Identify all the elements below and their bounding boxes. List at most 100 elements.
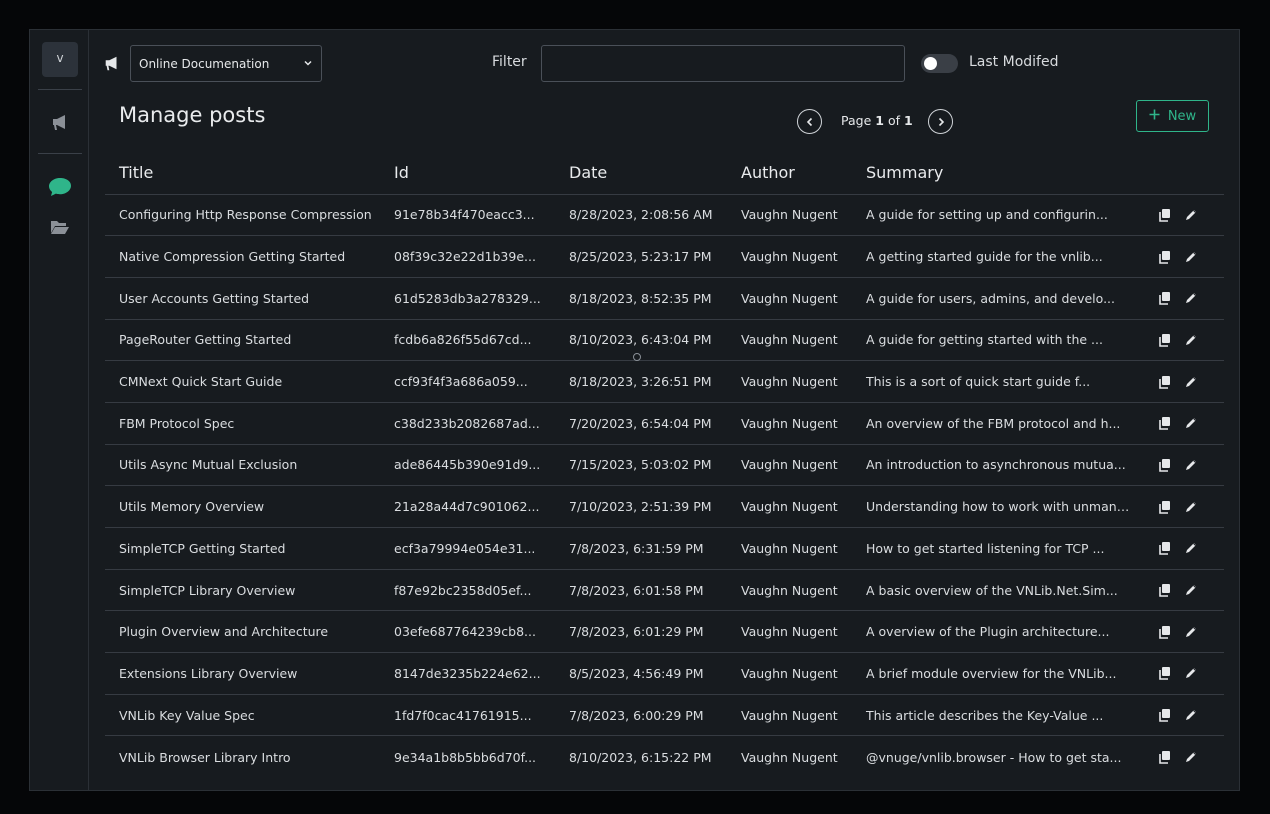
megaphone-icon (103, 54, 121, 72)
column-header[interactable]: Id (380, 152, 555, 195)
pager-status: Page 1 of 1 (841, 113, 913, 128)
post-summary-cell: A basic overview of the VNLib.Net.Sim... (852, 569, 1134, 612)
posts-table: Title Id Date Author Summary Configuring… (105, 152, 1224, 778)
last-modified-label: Last Modifed (969, 54, 1059, 70)
copy-icon[interactable] (1156, 332, 1172, 348)
copy-icon[interactable] (1156, 457, 1172, 473)
column-header[interactable]: Author (727, 152, 852, 195)
post-summary-cell: A brief module overview for the VNLib... (852, 652, 1134, 695)
post-summary-cell: A guide for getting started with the ... (852, 319, 1134, 362)
copy-icon[interactable] (1156, 540, 1172, 556)
copy-icon[interactable] (1156, 207, 1172, 223)
post-date-cell: 8/10/2023, 6:43:04 PM (555, 319, 727, 362)
table-row[interactable]: Configuring Http Response Compression 91e… (105, 194, 1224, 237)
filter-input[interactable] (541, 45, 905, 82)
table-row[interactable]: VNLib Key Value Spec 1fd7f0cac41761915...… (105, 694, 1224, 737)
copy-icon[interactable] (1156, 415, 1172, 431)
column-header[interactable]: Date (555, 152, 727, 195)
pencil-icon[interactable] (1183, 457, 1199, 473)
row-actions (1134, 277, 1224, 320)
pager-of: of (887, 113, 900, 128)
pencil-icon[interactable] (1183, 499, 1199, 515)
copy-icon[interactable] (1156, 249, 1172, 265)
column-header-actions (1134, 152, 1224, 195)
pencil-icon[interactable] (1183, 332, 1199, 348)
copy-icon[interactable] (1156, 707, 1172, 723)
channel-select[interactable]: Online Documenation (130, 45, 322, 82)
copy-icon[interactable] (1156, 624, 1172, 640)
row-actions-group (1148, 540, 1224, 556)
chevron-left-icon (805, 112, 815, 131)
table-row[interactable]: Extensions Library Overview 8147de3235b22… (105, 652, 1224, 695)
table-row[interactable]: SimpleTCP Library Overview f87e92bc2358d0… (105, 569, 1224, 612)
post-date-cell: 8/28/2023, 2:08:56 AM (555, 194, 727, 237)
pencil-icon[interactable] (1183, 582, 1199, 598)
post-author-cell: Vaughn Nugent (727, 694, 852, 737)
pencil-icon[interactable] (1183, 749, 1199, 765)
row-actions-group (1148, 582, 1224, 598)
table-row[interactable]: Native Compression Getting Started 08f39c… (105, 235, 1224, 278)
post-title-cell: Utils Memory Overview (105, 485, 380, 528)
page-title: Manage posts (119, 103, 266, 127)
table-row[interactable]: PageRouter Getting Started fcdb6a826f55d6… (105, 319, 1224, 362)
table-row[interactable]: Utils Memory Overview 21a28a44d7c901062..… (105, 485, 1224, 528)
table-row[interactable]: Plugin Overview and Architecture 03efe687… (105, 610, 1224, 654)
copy-icon[interactable] (1156, 290, 1172, 306)
table-row[interactable]: Utils Async Mutual Exclusion ade86445b390… (105, 444, 1224, 487)
copy-icon[interactable] (1156, 665, 1172, 681)
megaphone-icon[interactable] (48, 111, 72, 133)
pencil-icon[interactable] (1183, 540, 1199, 556)
chevron-down-icon (303, 57, 313, 71)
pencil-icon[interactable] (1183, 415, 1199, 431)
post-date-cell: 7/10/2023, 2:51:39 PM (555, 485, 727, 528)
post-summary-cell: How to get started listening for TCP ... (852, 527, 1134, 570)
user-menu-button[interactable]: v (42, 42, 78, 77)
new-post-button[interactable]: New (1136, 100, 1209, 132)
table-row[interactable]: User Accounts Getting Started 61d5283db3a… (105, 277, 1224, 320)
column-header[interactable]: Title (105, 152, 380, 195)
pencil-icon[interactable] (1183, 707, 1199, 723)
row-actions-group (1148, 707, 1224, 723)
column-header[interactable]: Summary (852, 152, 1134, 195)
row-actions (1134, 319, 1224, 362)
pencil-icon[interactable] (1183, 624, 1199, 640)
pencil-icon[interactable] (1183, 374, 1199, 390)
folder-open-icon[interactable] (48, 216, 72, 238)
post-author-cell: Vaughn Nugent (727, 485, 852, 528)
row-actions-group (1148, 332, 1224, 348)
copy-icon[interactable] (1156, 582, 1172, 598)
copy-icon[interactable] (1156, 499, 1172, 515)
post-author-cell: Vaughn Nugent (727, 527, 852, 570)
post-title-cell: Configuring Http Response Compression (105, 194, 380, 237)
post-summary-cell: A guide for users, admins, and develo... (852, 277, 1134, 320)
row-actions-group (1148, 290, 1224, 306)
copy-icon[interactable] (1156, 374, 1172, 390)
pencil-icon[interactable] (1183, 290, 1199, 306)
pager-total: 1 (903, 113, 913, 128)
copy-icon[interactable] (1156, 749, 1172, 765)
post-author-cell: Vaughn Nugent (727, 652, 852, 695)
row-actions-group (1148, 207, 1224, 223)
row-actions-group (1148, 624, 1224, 640)
post-date-cell: 7/8/2023, 6:01:58 PM (555, 569, 727, 612)
pencil-icon[interactable] (1183, 207, 1199, 223)
sidebar-rail: v (30, 30, 89, 790)
prev-page-button[interactable] (797, 109, 822, 134)
pencil-icon[interactable] (1183, 249, 1199, 265)
post-id-cell: f87e92bc2358d05ef... (380, 569, 555, 612)
post-author-cell: Vaughn Nugent (727, 235, 852, 278)
table-row[interactable]: FBM Protocol Spec c38d233b2082687ad... 7/2… (105, 402, 1224, 445)
table-row[interactable]: VNLib Browser Library Intro 9e34a1b8b5bb6… (105, 736, 1224, 778)
table-row[interactable]: SimpleTCP Getting Started ecf3a79994e054e… (105, 527, 1224, 570)
post-title-cell: FBM Protocol Spec (105, 402, 380, 445)
chat-bubble-icon[interactable] (48, 176, 72, 198)
row-actions (1134, 235, 1224, 278)
row-actions (1134, 736, 1224, 778)
last-modified-toggle[interactable] (921, 54, 958, 73)
table-row[interactable]: CMNext Quick Start Guide ccf93f4f3a686a05… (105, 360, 1224, 403)
post-summary-cell: A guide for setting up and configurin... (852, 194, 1134, 237)
post-summary-cell: This is a sort of quick start guide f... (852, 360, 1134, 403)
row-actions (1134, 527, 1224, 570)
next-page-button[interactable] (928, 109, 953, 134)
pencil-icon[interactable] (1183, 665, 1199, 681)
